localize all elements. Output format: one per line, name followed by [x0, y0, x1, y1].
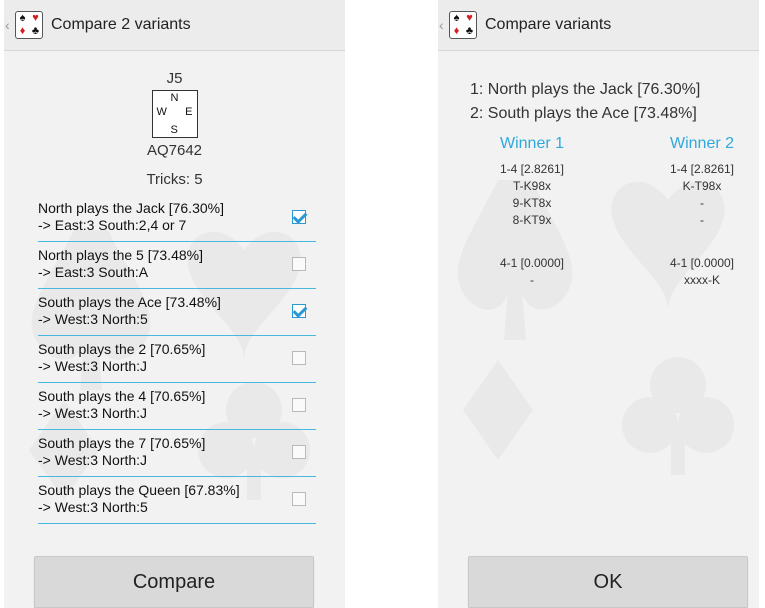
variant-item[interactable]: South plays the Queen [67.83%] -> West:3…: [38, 477, 316, 524]
variant-title: North plays the Jack [76.30%]: [38, 200, 224, 216]
variant-1-line: 1: North plays the Jack [76.30%]: [470, 81, 701, 98]
compass-west: W: [156, 106, 167, 118]
winner-1-header: Winner 1: [499, 135, 565, 152]
club-icon: ♣: [465, 25, 474, 37]
ok-button[interactable]: OK: [468, 556, 748, 608]
compared-variants: 1: North plays the Jack [76.30%] 2: Sout…: [470, 78, 700, 126]
variant-2-line: 2: South plays the Ace [73.48%]: [470, 105, 697, 122]
variant-title: South plays the 7 [70.65%]: [38, 435, 206, 451]
page-title: Compare 2 variants: [51, 16, 191, 33]
variant-item[interactable]: South plays the Ace [73.48%] -> West:3 N…: [38, 289, 316, 336]
spade-icon: ♠: [453, 12, 460, 24]
compass-south: S: [170, 124, 178, 136]
variant-checkbox[interactable]: [292, 445, 306, 459]
variant-detail: -> West:3 North:5: [38, 311, 148, 327]
compare-button[interactable]: Compare: [34, 556, 314, 608]
winner-line: -: [530, 273, 534, 287]
winner-line: 8-KT9x: [512, 213, 552, 227]
variant-title: South plays the 2 [70.65%]: [38, 341, 206, 357]
variant-title: North plays the 5 [73.48%]: [38, 247, 203, 263]
club-icon: ♣: [31, 25, 40, 37]
deal-diagram: J5 N W E S AQ7642 Tricks: 5: [4, 70, 345, 188]
winner-line: xxxx-K: [684, 273, 720, 287]
heart-icon: ♥: [466, 12, 473, 24]
variant-detail: -> West:3 North:J: [38, 452, 148, 468]
variant-title: South plays the Queen [67.83%]: [38, 482, 240, 498]
winner-line: -: [700, 213, 704, 227]
variant-item[interactable]: North plays the Jack [76.30%] -> East:3 …: [38, 195, 316, 242]
winner-2-header: Winner 2: [669, 135, 735, 152]
winner-line: 4-1 [0.0000]: [499, 256, 565, 270]
compare-variants-screen: ‹ ♠ ♥ ♦ ♣ Compare variants 1: North play…: [438, 0, 759, 608]
variant-list: North plays the Jack [76.30%] -> East:3 …: [38, 195, 316, 524]
title-bar: ‹ ♠ ♥ ♦ ♣ Compare 2 variants: [4, 0, 345, 51]
winner-line: -: [700, 196, 704, 210]
compass-box: N W E S: [151, 90, 198, 138]
variant-checkbox[interactable]: [292, 210, 306, 224]
variant-detail: -> West:3 North:J: [38, 358, 148, 374]
south-hand: AQ7642: [146, 142, 203, 159]
variant-detail: -> East:3 South:2,4 or 7: [38, 217, 187, 233]
variant-detail: -> West:3 North:5: [38, 499, 148, 515]
heart-icon: ♥: [32, 12, 39, 24]
title-bar: ‹ ♠ ♥ ♦ ♣ Compare variants: [438, 0, 759, 51]
variant-item[interactable]: South plays the 7 [70.65%] -> West:3 Nor…: [38, 430, 316, 477]
variant-detail: -> West:3 North:J: [38, 405, 148, 421]
variant-title: South plays the Ace [73.48%]: [38, 294, 221, 310]
back-chevron-icon[interactable]: ‹: [439, 17, 447, 33]
tricks-count: Tricks: 5: [146, 171, 203, 188]
north-hand: J5: [166, 70, 183, 87]
spade-icon: ♠: [19, 12, 26, 24]
winner-line: K-T98x: [682, 179, 722, 193]
card-suits-app-icon[interactable]: ♠ ♥ ♦ ♣: [449, 11, 477, 39]
club-shape: [650, 357, 706, 413]
variant-item[interactable]: North plays the 5 [73.48%] -> East:3 Sou…: [38, 242, 316, 289]
variant-checkbox[interactable]: [292, 492, 306, 506]
variant-item[interactable]: South plays the 2 [70.65%] -> West:3 Nor…: [38, 336, 316, 383]
winner-line: 1-4 [2.8261]: [669, 162, 735, 176]
card-suits-app-icon[interactable]: ♠ ♥ ♦ ♣: [15, 11, 43, 39]
winner-line: 4-1 [0.0000]: [669, 256, 735, 270]
compass-east: E: [185, 106, 193, 118]
compass-north: N: [170, 92, 179, 104]
winner-2-column: Winner 2 1-4 [2.8261] K-T98x - - 4-1 [0.…: [647, 135, 757, 289]
back-chevron-icon[interactable]: ‹: [5, 17, 13, 33]
winner-line: 9-KT8x: [512, 196, 552, 210]
variant-detail: -> East:3 South:A: [38, 264, 149, 280]
diamond-icon: ♦: [19, 25, 26, 37]
variant-item[interactable]: South plays the 4 [70.65%] -> West:3 Nor…: [38, 383, 316, 430]
variant-checkbox[interactable]: [292, 351, 306, 365]
page-title: Compare variants: [485, 16, 612, 33]
compare-2-variants-screen: ‹ ♠ ♥ ♦ ♣ Compare 2 variants J5 N W E S …: [4, 0, 345, 608]
variant-checkbox[interactable]: [292, 257, 306, 271]
winner-1-column: Winner 1 1-4 [2.8261] T-K98x 9-KT8x 8-KT…: [472, 135, 592, 289]
variant-checkbox[interactable]: [292, 398, 306, 412]
diamond-icon: ♦: [453, 25, 460, 37]
winner-line: 1-4 [2.8261]: [499, 162, 565, 176]
variant-title: South plays the 4 [70.65%]: [38, 388, 206, 404]
variant-checkbox[interactable]: [292, 304, 306, 318]
diamond-shape: [463, 360, 533, 460]
winner-line: T-K98x: [512, 179, 551, 193]
